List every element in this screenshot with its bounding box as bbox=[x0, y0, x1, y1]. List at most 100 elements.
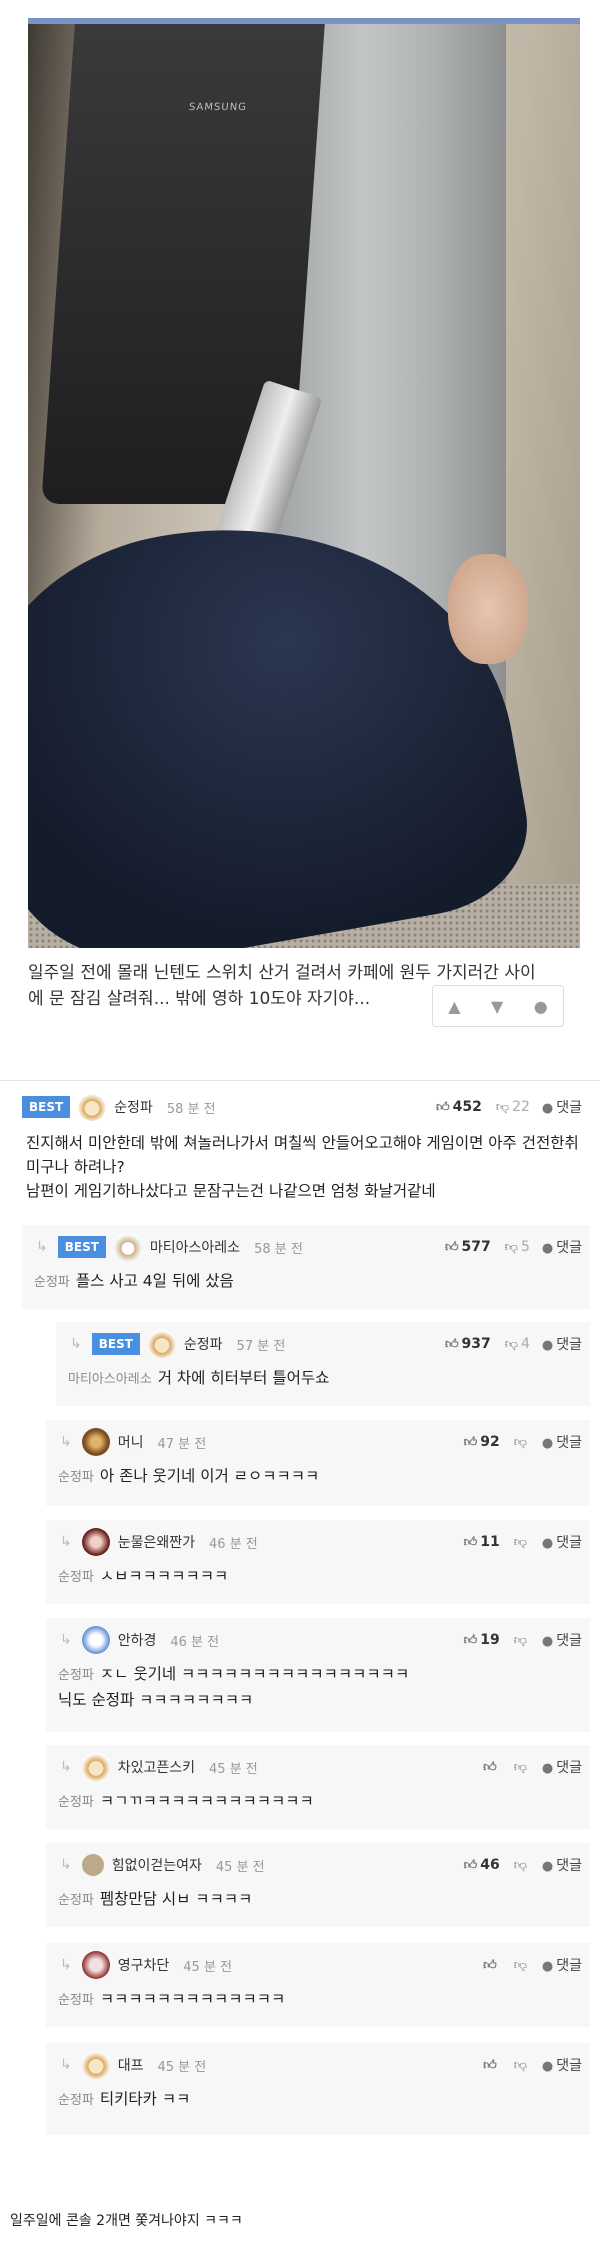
reply-button[interactable]: ● 댓글 bbox=[542, 1855, 582, 1875]
best-badge: BEST bbox=[22, 1096, 71, 1118]
reply-arrow-icon: ↳ bbox=[60, 1534, 72, 1550]
like-button[interactable]: 👍︎ 452 bbox=[436, 1099, 482, 1115]
comment-nickname[interactable]: 차있고픈스키 bbox=[118, 1757, 195, 1777]
dislike-button[interactable]: 👎︎ 5 bbox=[505, 1239, 530, 1255]
comment-stats: 👍︎ 👎︎ ● 댓글 bbox=[483, 1757, 582, 1777]
like-button[interactable]: 👍︎ 92 bbox=[464, 1434, 500, 1450]
reply-button[interactable]: ● 댓글 bbox=[542, 1334, 582, 1354]
reply-button[interactable]: ● 댓글 bbox=[542, 1757, 582, 1777]
thumbs-up-icon: 👍︎ bbox=[436, 1100, 450, 1115]
reply-button[interactable]: ● 댓글 bbox=[542, 1432, 582, 1452]
dislike-button[interactable]: 👎︎ bbox=[514, 1434, 530, 1450]
comment: BEST 순정파 58 분 전 👍︎ 452 👎︎ 22 ● 댓글진지해서 미안한데 밖에 쳐놀… bbox=[0, 1085, 600, 1217]
reply-label: 댓글 bbox=[556, 1240, 582, 1256]
dislike-button[interactable]: 👎︎ bbox=[514, 1957, 530, 1973]
thumbs-down-icon: 👎︎ bbox=[495, 1100, 510, 1115]
mention-tag[interactable]: 순정파 bbox=[58, 1795, 94, 1810]
like-button[interactable]: 👍︎ bbox=[483, 1759, 500, 1775]
reply-label: 댓글 bbox=[556, 1435, 582, 1451]
like-button[interactable]: 👍︎ 19 bbox=[464, 1632, 500, 1648]
comment-stats: 👍︎ 👎︎ ● 댓글 bbox=[483, 1955, 582, 1975]
comment-line: 순정파 ㅅㅂㅋㅋㅋㅋㅋㅋㅋ bbox=[58, 1564, 574, 1590]
like-count: 19 bbox=[480, 1632, 500, 1648]
comment-nickname[interactable]: 영구차단 bbox=[118, 1955, 170, 1975]
like-button[interactable]: 👍︎ 11 bbox=[464, 1534, 500, 1550]
comment-nickname[interactable]: 머니 bbox=[118, 1432, 144, 1452]
avatar[interactable] bbox=[81, 1753, 110, 1781]
thumbs-down-icon: 👎︎ bbox=[513, 1760, 527, 1775]
avatar[interactable] bbox=[81, 1428, 110, 1456]
comment-text: 닉도 순정파 ㅋㅋㅋㅋㅋㅋㅋㅋ bbox=[58, 1691, 254, 1709]
like-button[interactable]: 👍︎ bbox=[483, 2057, 500, 2073]
comment: ↳ BEST 순정파 57 분 전 👍︎ 937 👎︎ 4 ● 댓글 마티아스아레소 거 차에 히터부… bbox=[0, 1322, 600, 1410]
comment-nickname[interactable]: 안하경 bbox=[118, 1630, 157, 1650]
avatar[interactable] bbox=[147, 1330, 176, 1358]
mention-tag[interactable]: 순정파 bbox=[58, 1570, 94, 1585]
reply-button[interactable]: ● 댓글 bbox=[542, 1630, 582, 1650]
thumbs-up-icon: 👍︎ bbox=[463, 1535, 478, 1550]
comment-nickname[interactable]: 대프 bbox=[118, 2055, 144, 2075]
hand bbox=[448, 554, 528, 664]
avatar[interactable] bbox=[113, 1233, 142, 1261]
comment-stats: 👍︎ 👎︎ ● 댓글 bbox=[483, 2055, 582, 2075]
comment-nickname[interactable]: 순정파 bbox=[184, 1334, 223, 1354]
reply-button[interactable]: ● 댓글 bbox=[542, 2055, 582, 2075]
best-badge: BEST bbox=[57, 1236, 106, 1258]
comment-nickname[interactable]: 순정파 bbox=[114, 1097, 153, 1117]
comment-header: ↳ 영구차단 45 분 전 bbox=[60, 1951, 232, 1979]
comment-nickname[interactable]: 마티아스아레소 bbox=[150, 1237, 240, 1257]
avatar[interactable] bbox=[78, 1093, 107, 1121]
avatar[interactable] bbox=[81, 2051, 110, 2079]
comment-header: ↳ 안하경 46 분 전 bbox=[60, 1626, 219, 1654]
dislike-button[interactable]: 👎︎ 22 bbox=[496, 1099, 530, 1115]
arrow-up-icon[interactable]: ▲ bbox=[448, 997, 460, 1016]
dislike-button[interactable]: 👎︎ bbox=[514, 1534, 530, 1550]
speech-bubble-icon: ● bbox=[541, 1536, 554, 1551]
comment: ↳ 대프 45 분 전 👍︎ 👎︎ ● 댓글 순정파 티키타카 ㅋㅋ bbox=[0, 2043, 600, 2139]
reply-button[interactable]: ● 댓글 bbox=[542, 1097, 582, 1117]
comment: ↳ 안하경 46 분 전 👍︎ 19 👎︎ ● 댓글순정파 ㅈㄴ 웃기네 ㅋㅋㅋㅋㅋㅋㅋㅋㅋㅋㅋ… bbox=[0, 1618, 600, 1736]
comment-time: 45 분 전 bbox=[209, 1761, 258, 1777]
avatar[interactable] bbox=[81, 1528, 110, 1556]
mention-tag[interactable]: 순정파 bbox=[58, 1668, 94, 1683]
like-button[interactable]: 👍︎ bbox=[483, 1957, 500, 1973]
mention-tag[interactable]: 마티아스아레소 bbox=[68, 1372, 152, 1387]
like-button[interactable]: 👍︎ 577 bbox=[445, 1239, 491, 1255]
comment-header: ↳ 대프 45 분 전 bbox=[60, 2051, 206, 2079]
comment-icon[interactable]: ● bbox=[534, 997, 548, 1016]
mention-tag[interactable]: 순정파 bbox=[58, 2093, 94, 2108]
mention-tag[interactable]: 순정파 bbox=[34, 1275, 70, 1290]
arrow-down-icon[interactable]: ▼ bbox=[491, 997, 503, 1016]
mention-tag[interactable]: 순정파 bbox=[58, 1470, 94, 1485]
comment: ↳ 영구차단 45 분 전 👍︎ 👎︎ ● 댓글 순정파 ㅋㅋㅋㅋㅋㅋㅋㅋㅋㅋㅋㅋㅋ bbox=[0, 1943, 600, 2031]
dislike-button[interactable]: 👎︎ bbox=[514, 2057, 530, 2073]
comment-time: 58 분 전 bbox=[166, 1101, 216, 1117]
dislike-button[interactable]: 👎︎ 4 bbox=[505, 1336, 530, 1352]
comment-header: ↳ 눈물은왜짠가 46 분 전 bbox=[60, 1528, 258, 1556]
comment-time: 47 분 전 bbox=[157, 1436, 207, 1452]
comment-line: 순정파 ㅋㄱㄲㅋㅋㅋㅋㅋㅋㅋㅋㅋㅋㅋㅋ bbox=[58, 1789, 574, 1815]
dislike-button[interactable]: 👎︎ bbox=[514, 1857, 530, 1873]
comment-line: 순정파 아 존나 웃기네 이거 ㄹㅇㅋㅋㅋㅋ bbox=[58, 1464, 574, 1490]
dislike-button[interactable]: 👎︎ bbox=[514, 1632, 530, 1648]
reply-button[interactable]: ● 댓글 bbox=[542, 1955, 582, 1975]
comment-stats: 👍︎ 937 👎︎ 4 ● 댓글 bbox=[445, 1334, 582, 1354]
like-button[interactable]: 👍︎ 937 bbox=[445, 1336, 491, 1352]
avatar[interactable] bbox=[81, 1951, 110, 1979]
avatar[interactable] bbox=[81, 1626, 110, 1654]
mention-tag[interactable]: 순정파 bbox=[58, 1893, 94, 1908]
mention-tag[interactable]: 순정파 bbox=[58, 1993, 94, 2008]
like-button[interactable]: 👍︎ 46 bbox=[464, 1857, 500, 1873]
comment-text: ㅅㅂㅋㅋㅋㅋㅋㅋㅋ bbox=[99, 1567, 229, 1585]
comment-nickname[interactable]: 힘없이걷는여자 bbox=[112, 1855, 202, 1875]
reply-button[interactable]: ● 댓글 bbox=[542, 1237, 582, 1257]
speech-bubble-icon: ● bbox=[541, 1241, 554, 1256]
comment-line: 순정파 ㅈㄴ 웃기네 ㅋㅋㅋㅋㅋㅋㅋㅋㅋㅋㅋㅋㅋㅋㅋㅋ bbox=[58, 1662, 574, 1688]
reply-button[interactable]: ● 댓글 bbox=[542, 1532, 582, 1552]
comment-text: 펨창만담 시ㅂ ㅋㅋㅋㅋ bbox=[99, 1890, 253, 1908]
comment-line: 진지해서 미안한데 밖에 쳐놀러나가서 며칠씩 안들어오고해야 게임이면 아주 … bbox=[26, 1131, 580, 1179]
dislike-button[interactable]: 👎︎ bbox=[514, 1759, 530, 1775]
comment-nickname[interactable]: 눈물은왜짠가 bbox=[118, 1532, 195, 1552]
like-count: 937 bbox=[461, 1336, 491, 1352]
avatar[interactable] bbox=[81, 1854, 104, 1876]
